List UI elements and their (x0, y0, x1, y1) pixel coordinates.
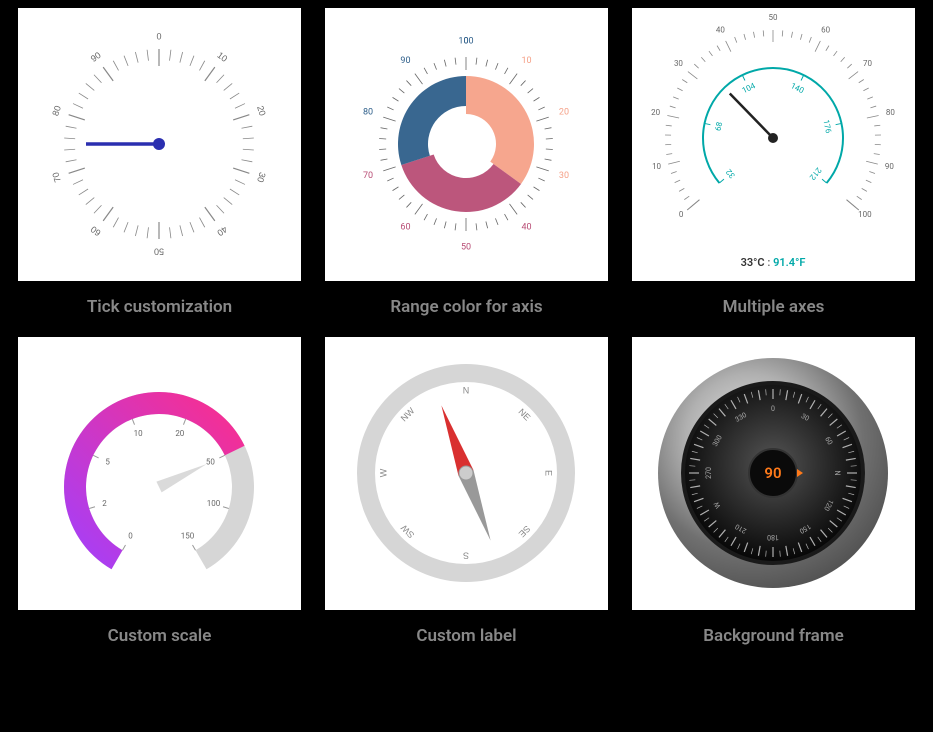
svg-text:5: 5 (105, 457, 110, 466)
caption-label: Custom label (416, 626, 516, 646)
caption-frame: Background frame (703, 626, 843, 646)
svg-text:S: S (463, 551, 469, 561)
svg-text:100: 100 (458, 36, 473, 46)
svg-text:50: 50 (206, 457, 215, 466)
svg-text:180: 180 (767, 533, 779, 541)
scale-gauge-svg: 0 2 5 10 20 50 100 150 (18, 337, 301, 610)
svg-text:80: 80 (886, 108, 895, 117)
svg-text:50: 50 (461, 242, 471, 252)
svg-text:NE: NE (516, 407, 532, 423)
svg-text:0: 0 (156, 31, 161, 41)
frame-gauge-svg: 03060N120150180210W27030033090 (632, 337, 915, 610)
svg-text:0: 0 (679, 210, 684, 219)
svg-text:N: N (463, 385, 470, 395)
gauge-canvas-range: 0102030405060708090100 (325, 8, 608, 281)
gauge-card-custom-label: NNEESESSWWNW Custom label (323, 337, 610, 646)
gauge-card-background-frame: 03060N120150180210W27030033090 Backgroun… (630, 337, 917, 646)
svg-text:80: 80 (363, 108, 373, 118)
svg-text:90: 90 (885, 162, 894, 171)
gauge-card-multiple-axes: 0 10 20 30 40 50 60 70 80 90 100 32 68 104 140 176 212 33… (630, 8, 917, 317)
svg-text:100: 100 (207, 499, 221, 508)
svg-text:E: E (544, 470, 554, 476)
svg-text:0: 0 (771, 405, 775, 413)
svg-text:60: 60 (89, 224, 103, 238)
gauge-canvas-frame: 03060N120150180210W27030033090 (632, 337, 915, 610)
tick-gauge-svg: 0 10 20 30 40 50 60 70 80 90 (18, 8, 301, 281)
gauge-canvas-multi: 0 10 20 30 40 50 60 70 80 90 100 32 68 104 140 176 212 33… (632, 8, 915, 281)
caption-tick: Tick customization (87, 297, 232, 317)
gauge-gallery-grid: 0102030405060708090 Tick customization 0… (16, 8, 917, 646)
gauge-card-custom-scale: 0 2 5 10 20 50 100 150 Custom scale (16, 337, 303, 646)
svg-text:10: 10 (134, 429, 143, 438)
svg-text:60: 60 (400, 223, 410, 233)
svg-text:50: 50 (154, 247, 164, 257)
svg-text:90: 90 (764, 464, 781, 482)
caption-range: Range color for axis (390, 297, 542, 317)
svg-text:40: 40 (215, 224, 229, 238)
gauge-card-range-color: 0102030405060708090100 Range color for a… (323, 8, 610, 317)
svg-text:30: 30 (674, 59, 683, 68)
svg-text:30: 30 (559, 171, 569, 181)
svg-text:10: 10 (521, 56, 531, 66)
svg-text:270: 270 (705, 467, 713, 479)
svg-text:100: 100 (858, 210, 872, 219)
svg-text:SE: SE (517, 524, 533, 540)
svg-text:30: 30 (255, 171, 268, 184)
svg-text:33°C : 91.4°F: 33°C : 91.4°F (741, 256, 806, 269)
svg-text:70: 70 (363, 171, 373, 181)
svg-text:68: 68 (713, 121, 724, 132)
svg-text:10: 10 (652, 162, 661, 171)
svg-text:90: 90 (89, 50, 103, 64)
svg-text:10: 10 (215, 50, 229, 64)
svg-text:20: 20 (651, 108, 660, 117)
svg-text:2: 2 (102, 499, 107, 508)
svg-text:0: 0 (128, 531, 133, 540)
svg-text:80: 80 (50, 104, 63, 117)
svg-text:140: 140 (789, 81, 806, 95)
svg-text:32: 32 (724, 167, 737, 180)
caption-scale: Custom scale (108, 626, 212, 646)
caption-multi: Multiple axes (723, 297, 825, 317)
svg-text:90: 90 (400, 56, 410, 66)
svg-text:104: 104 (741, 81, 758, 95)
multi-gauge-svg: 0 10 20 30 40 50 60 70 80 90 100 32 68 104 140 176 212 33… (632, 8, 915, 281)
svg-text:212: 212 (807, 166, 823, 183)
svg-text:150: 150 (181, 531, 195, 540)
gauge-canvas-tick: 0 10 20 30 40 50 60 70 80 90 (18, 8, 301, 281)
svg-text:40: 40 (521, 223, 531, 233)
svg-text:176: 176 (821, 119, 833, 135)
compass-gauge-svg: NNEESESSWWNW (325, 337, 608, 610)
svg-text:50: 50 (769, 13, 778, 22)
range-gauge-svg: 0102030405060708090100 (325, 8, 608, 281)
svg-text:70: 70 (50, 171, 63, 184)
gauge-card-tick-customization: 0 10 20 30 40 50 60 70 80 90 Tick customization (16, 8, 303, 317)
svg-text:N: N (833, 471, 841, 476)
svg-text:20: 20 (255, 104, 268, 117)
svg-text:40: 40 (716, 25, 725, 34)
gauge-canvas-label: NNEESESSWWNW (325, 337, 608, 610)
svg-text:20: 20 (175, 429, 184, 438)
svg-text:W: W (378, 468, 388, 477)
gauge-canvas-scale: 0 2 5 10 20 50 100 150 (18, 337, 301, 610)
svg-text:70: 70 (863, 59, 872, 68)
svg-text:20: 20 (559, 108, 569, 118)
svg-text:60: 60 (821, 25, 830, 34)
